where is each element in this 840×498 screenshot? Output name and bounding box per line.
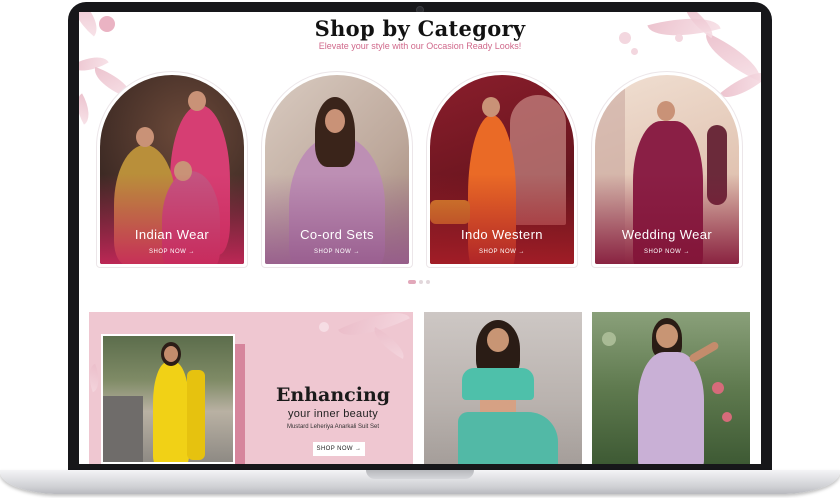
shop-now-link[interactable]: SHOP NOW → — [100, 249, 244, 255]
promo-accent-bar — [235, 344, 245, 464]
category-label: Wedding Wear — [621, 227, 713, 242]
shop-now-link[interactable]: SHOP NOW → — [430, 249, 574, 255]
category-card-indo-western[interactable]: Indo Western SHOP NOW → — [426, 71, 578, 268]
page-title: Shop by Category — [314, 16, 526, 41]
promo-product-name: Mustard Leheriya Anarkali Suit Set — [286, 424, 380, 430]
carousel-dot-1[interactable] — [408, 280, 416, 284]
promo-shop-now-button[interactable]: SHOP NOW → — [313, 442, 365, 456]
carousel-dot-3[interactable] — [426, 280, 430, 284]
promo-photo — [103, 336, 233, 462]
promo-banner[interactable]: Enhancing your inner beauty Mustard Lehe… — [89, 312, 413, 464]
shop-now-link[interactable]: SHOP NOW → — [265, 249, 409, 255]
promo-heading: Enhancing — [275, 384, 391, 406]
category-label: Indo Western — [461, 227, 543, 242]
category-image-wedding-wear: Wedding Wear SHOP NOW → — [595, 75, 739, 264]
featured-photo-teal-set[interactable] — [424, 312, 582, 464]
carousel-dot-2[interactable] — [419, 280, 423, 284]
category-card-indian-wear[interactable]: Indian Wear SHOP NOW → — [96, 71, 248, 268]
page-subtitle: Elevate your style with our Occasion Rea… — [318, 41, 522, 51]
shop-now-link[interactable]: SHOP NOW → — [595, 249, 739, 255]
category-card-co-ord-sets[interactable]: Co-ord Sets SHOP NOW → — [261, 71, 413, 268]
carousel-pagination — [408, 280, 430, 284]
category-image-indo-western: Indo Western SHOP NOW → — [430, 75, 574, 264]
category-image-co-ord-sets: Co-ord Sets SHOP NOW → — [265, 75, 409, 264]
featured-photo-lilac-set[interactable] — [592, 312, 750, 464]
laptop-notch — [366, 470, 474, 479]
screen: Shop by Category Elevate your style with… — [79, 12, 761, 464]
category-image-indian-wear: Indian Wear SHOP NOW → — [100, 75, 244, 264]
promo-photo-frame — [101, 334, 235, 464]
category-card-wedding-wear[interactable]: Wedding Wear SHOP NOW → — [591, 71, 743, 268]
promo-subheading: your inner beauty — [287, 408, 379, 420]
category-label: Co-ord Sets — [300, 227, 374, 242]
category-label: Indian Wear — [134, 227, 210, 242]
